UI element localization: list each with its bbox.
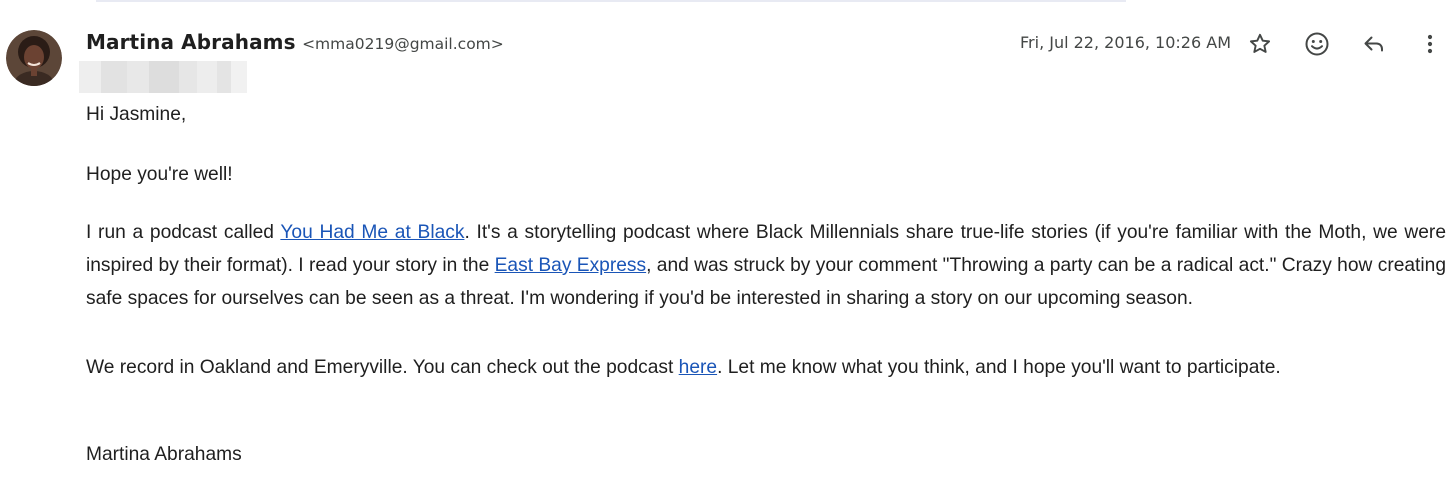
- sender-name[interactable]: Martina Abrahams: [86, 30, 296, 54]
- reply-icon: [1364, 36, 1383, 52]
- header-divider: [96, 0, 1126, 2]
- greeting: Hi Jasmine,: [86, 104, 187, 125]
- recipient-redacted: [79, 61, 247, 93]
- emoji-icon: [1305, 32, 1329, 56]
- sender-email: <mma0219@gmail.com>: [302, 35, 504, 53]
- sender-avatar[interactable]: [6, 30, 62, 86]
- here-link[interactable]: here: [679, 357, 717, 378]
- paragraph-2: I run a podcast called You Had Me at Bla…: [86, 216, 1446, 315]
- p3-text-2: . Let me know what you think, and I hope…: [717, 357, 1281, 378]
- paragraph-1: Hope you're well!: [86, 164, 233, 185]
- add-reaction-button[interactable]: [1299, 26, 1335, 62]
- star-button[interactable]: [1242, 26, 1278, 62]
- east-bay-express-link[interactable]: East Bay Express: [495, 255, 646, 276]
- more-options-button[interactable]: [1412, 26, 1448, 62]
- more-icon: [1427, 34, 1433, 54]
- reply-button[interactable]: [1356, 26, 1392, 62]
- paragraph-3: We record in Oakland and Emeryville. You…: [86, 351, 1281, 384]
- p3-text-1: We record in Oakland and Emeryville. You…: [86, 357, 679, 378]
- podcast-link[interactable]: You Had Me at Black: [280, 222, 464, 243]
- message-header: Martina Abrahams <mma0219@gmail.com>: [86, 30, 504, 54]
- signature: Martina Abrahams: [86, 444, 242, 465]
- p2-text-1: I run a podcast called: [86, 222, 281, 243]
- message-date: Fri, Jul 22, 2016, 10:26 AM: [1020, 33, 1231, 52]
- star-icon: [1249, 33, 1271, 53]
